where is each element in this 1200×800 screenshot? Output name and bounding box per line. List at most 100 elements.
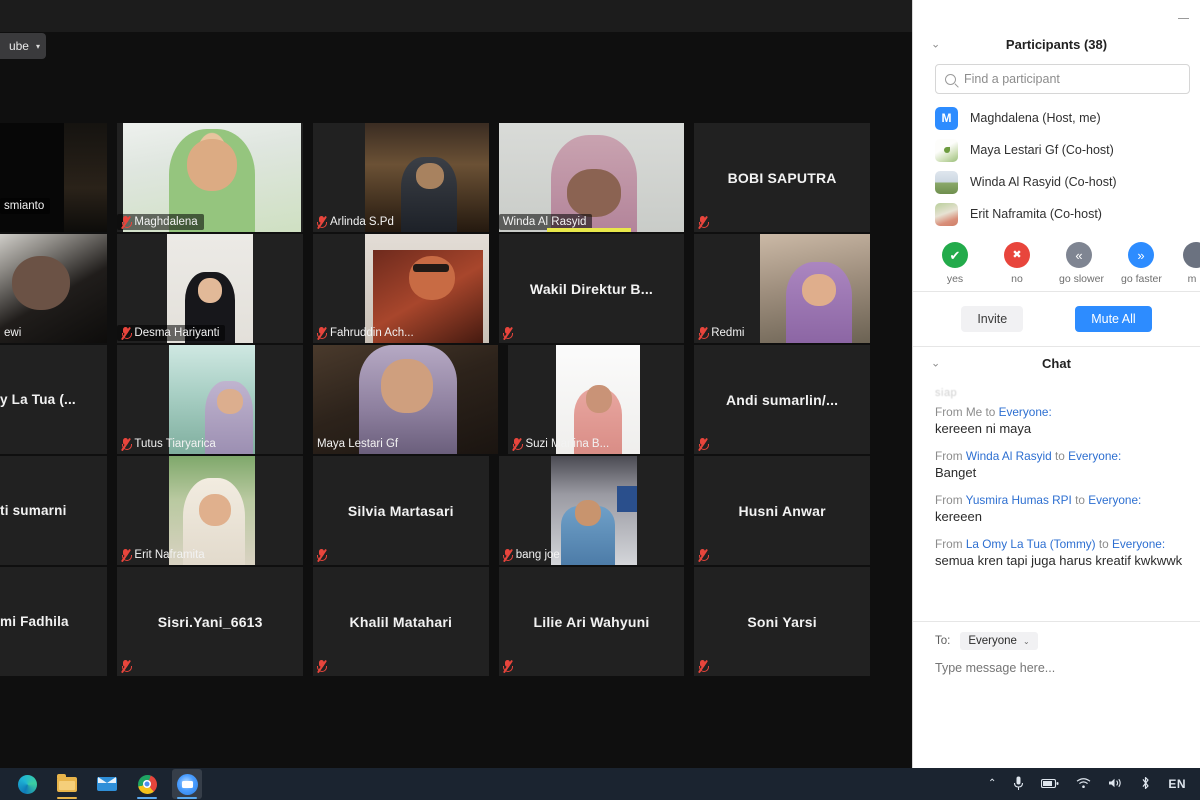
video-tile[interactable]: Khalil Matahari [312,567,489,676]
mute-all-button[interactable]: Mute All [1075,306,1152,332]
participant-name: ti sumarni [0,503,67,518]
list-item[interactable]: Erit Naframita (Co-host) [913,198,1200,230]
video-tile[interactable]: Suzi Marlina B... [508,345,685,454]
chat-recipient: Everyone: [1068,449,1122,463]
mic-muted-icon [512,437,523,452]
taskbar-mail-icon[interactable] [92,769,122,799]
taskbar-zoom-icon[interactable] [172,769,202,799]
participants-title: Participants (38) [1005,36,1108,52]
system-tray: ⌃ EN [988,776,1200,793]
chevron-down-icon: ⌄ [1022,636,1030,646]
taskbar-file-explorer-icon[interactable] [52,769,82,799]
chat-message: From Winda Al Rasyid to Everyone: Banget [935,449,1186,480]
video-tile[interactable]: bang joe [498,456,685,565]
mic-muted-icon [121,437,132,452]
video-tile-active-speaker[interactable]: Maya Lestari Gf [312,345,499,454]
video-tile[interactable]: Erit Naframita [117,456,303,565]
participant-name: Khalil Matahari [349,613,453,630]
video-tile[interactable]: Winda Al Rasyid [498,123,685,232]
check-icon: ✔ [942,242,968,268]
video-tile[interactable]: Wakil Direktur B... [498,234,685,343]
microphone-icon[interactable] [1013,776,1024,793]
video-tile[interactable]: smianto [0,123,108,232]
reaction-label: go slower [1059,273,1104,285]
language-indicator[interactable]: EN [1168,777,1186,791]
participant-search-box[interactable] [935,64,1190,94]
chat-recipient: Everyone: [998,405,1052,419]
from-prefix: From [935,493,963,507]
chat-message: From Yusmira Humas RPI to Everyone: kere… [935,493,1186,524]
video-tile[interactable]: Desma Hariyanti [117,234,303,343]
mic-muted-icon [316,548,328,563]
participant-name: smianto [4,200,45,212]
video-tile[interactable]: y La Tua (... [0,345,108,454]
tile-name-label [694,658,713,674]
chat-sender: La Omy La Tua (Tommy) [965,537,1096,551]
chat-title: Chat [1042,355,1071,371]
participant-name: Winda Al Rasyid (Co-host) [970,175,1117,189]
reaction-no-button[interactable]: ✖ no [997,242,1037,285]
participant-name: Lilie Ari Wahyuni [533,613,650,630]
volume-icon[interactable] [1108,777,1123,791]
chat-message-header: From La Omy La Tua (Tommy) to Everyone: [935,537,1186,551]
tile-name-label: Redmi [694,325,750,341]
video-tile[interactable]: BOBI SAPUTRA [694,123,870,232]
meeting-topbar [0,0,912,32]
video-tile[interactable]: Maghdalena [117,123,303,232]
video-tile[interactable]: Soni Yarsi [694,567,870,676]
video-tile[interactable]: Sisri.Yani_6613 [117,567,303,676]
minimize-icon[interactable] [1177,8,1190,19]
list-item[interactable]: Winda Al Rasyid (Co-host) [913,166,1200,198]
search-icon [945,73,956,85]
mic-muted-icon [316,659,328,674]
chevron-up-icon[interactable]: ⌃ [988,779,996,789]
video-tile[interactable]: Andi sumarlin/... [694,345,870,454]
overlay-dropdown-button[interactable]: ube ▾ [0,33,46,59]
video-tile[interactable]: Lilie Ari Wahyuni [498,567,685,676]
chevron-down-icon[interactable]: ⌄ [931,357,940,370]
participant-name: Maya Lestari Gf [316,438,399,450]
reaction-go-faster-button[interactable]: » go faster [1121,242,1162,285]
chat-message-input[interactable] [935,661,1186,675]
list-item[interactable]: M Maghdalena (Host, me) [913,102,1200,134]
chat-message-text: semua kren tapi juga harus kreatif kwkww… [935,553,1183,568]
chat-message-list[interactable]: siap From Me to Everyone: kereeen ni may… [913,379,1200,621]
bluetooth-icon[interactable] [1140,776,1151,792]
tile-name-label [313,547,332,563]
overlay-dropdown-label: ube [8,39,29,53]
video-tile[interactable]: Husni Anwar [694,456,870,565]
more-icon [1183,242,1200,268]
video-tile[interactable]: mi Fadhila [0,567,108,676]
invite-button[interactable]: Invite [961,306,1024,332]
window-controls-bar [913,0,1200,28]
tile-name-label [117,658,136,674]
participant-search-wrap [913,60,1200,102]
reaction-yes-button[interactable]: ✔ yes [935,242,975,285]
participant-name: y La Tua (... [0,392,76,407]
reaction-go-slower-button[interactable]: « go slower [1059,242,1104,285]
chat-recipient: Everyone: [1112,537,1166,551]
recipient-dropdown[interactable]: Everyone ⌄ [960,632,1038,650]
video-tile[interactable]: ti sumarni [0,456,108,565]
video-tile[interactable]: Tutus Tiaryarica [117,345,303,454]
tile-name-label: Fahruddin Ach... [313,325,420,341]
video-tile[interactable]: Redmi [694,234,870,343]
video-tile[interactable]: Fahruddin Ach... [312,234,489,343]
mic-muted-icon [121,215,132,230]
video-tile[interactable]: ewi [0,234,108,343]
taskbar-chrome-icon[interactable] [132,769,162,799]
participant-name: Redmi [711,327,745,339]
taskbar-edge-icon[interactable] [12,769,42,799]
search-input[interactable] [964,72,1180,86]
chat-message-header: From Me to Everyone: [935,405,1186,419]
video-tile[interactable]: Arlinda S.Pd [312,123,489,232]
chevron-down-icon[interactable]: ⌄ [931,38,940,51]
battery-icon[interactable] [1041,778,1059,791]
list-item[interactable]: Maya Lestari Gf (Co-host) [913,134,1200,166]
from-prefix: From [935,537,963,551]
video-tile[interactable]: Silvia Martasari [312,456,489,565]
participant-video-grid: smianto Maghdalena Arlinda S.Pd Winda Al… [0,123,870,676]
mic-muted-icon [698,326,709,341]
reaction-more-button[interactable]: m [1183,242,1200,285]
wifi-icon[interactable] [1076,777,1091,791]
